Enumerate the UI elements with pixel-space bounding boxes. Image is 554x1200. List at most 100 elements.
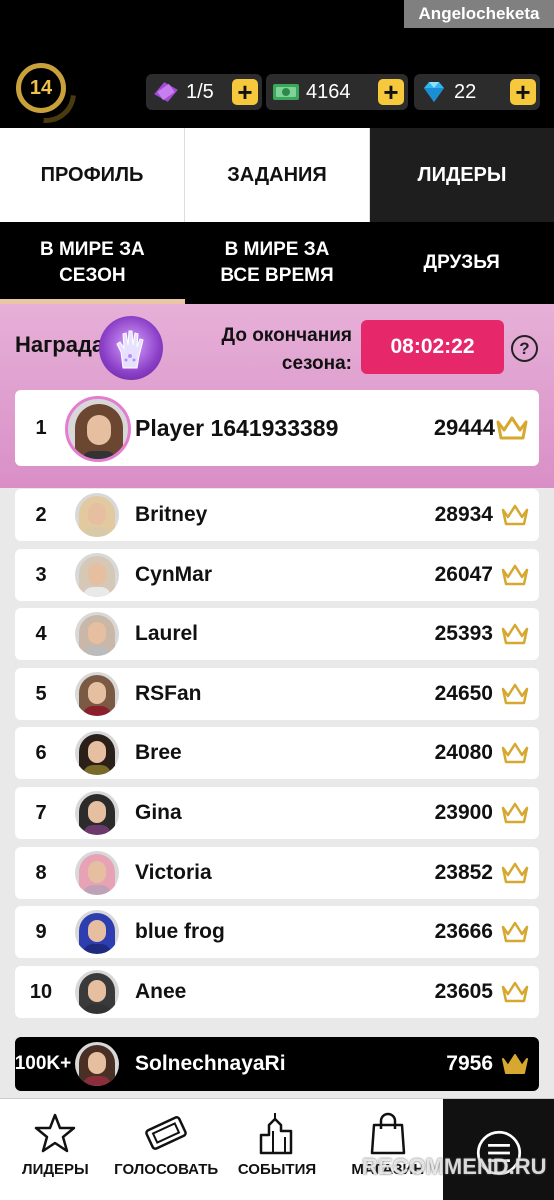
tab-friends[interactable]: ДРУЗЬЯ bbox=[369, 222, 554, 304]
rank-number: 4 bbox=[35, 622, 47, 645]
leaderboard-row[interactable]: 7 Gina 23900 bbox=[15, 787, 539, 839]
player-name: Laurel bbox=[135, 622, 199, 645]
rank-number: 100K+ bbox=[14, 1053, 72, 1074]
crown-icon bbox=[501, 802, 529, 824]
avatar bbox=[75, 851, 119, 895]
leaderboard-row[interactable]: 3 CynMar 26047 bbox=[15, 549, 539, 601]
tickets-value: 1/5 bbox=[186, 81, 214, 103]
leaderboard-subtabs: В МИРЕ ЗА СЕЗОН В МИРЕ ЗА ВСЕ ВРЕМЯ ДРУЗ… bbox=[0, 222, 554, 304]
top-bar: Angelocheketa 14 1/5 + 4164 + 22 + bbox=[0, 0, 554, 128]
avatar bbox=[75, 553, 119, 597]
crown-icon bbox=[502, 1054, 528, 1074]
rank-number: 1 bbox=[35, 416, 47, 439]
tab-tasks[interactable]: ЗАДАНИЯ bbox=[185, 128, 370, 222]
avatar bbox=[75, 731, 119, 775]
crown-icon bbox=[501, 921, 529, 943]
crown-icon bbox=[496, 416, 528, 440]
diamond-icon bbox=[424, 82, 444, 102]
tab-leaders[interactable]: ЛИДЕРЫ bbox=[370, 128, 554, 222]
player-name: RSFan bbox=[135, 682, 202, 705]
player-score: 24650 bbox=[434, 682, 493, 705]
ticket-icon bbox=[145, 1116, 187, 1150]
crown-icon bbox=[501, 862, 529, 884]
my-rank-row[interactable]: 100K+ SolnechnayaRi 7956 bbox=[15, 1037, 539, 1091]
player-name: Anee bbox=[135, 980, 187, 1003]
rank-number: 5 bbox=[35, 682, 47, 705]
rank-number: 10 bbox=[29, 980, 53, 1003]
leaderboard-row[interactable]: 10 Anee 23605 bbox=[15, 966, 539, 1018]
tab-world-season[interactable]: В МИРЕ ЗА СЕЗОН bbox=[0, 222, 185, 304]
avatar bbox=[75, 791, 119, 835]
crown-icon bbox=[501, 981, 529, 1003]
rank-number: 8 bbox=[35, 861, 47, 884]
tab-friends-label: ДРУЗЬЯ bbox=[423, 252, 500, 273]
gems-chip: 22 + bbox=[414, 74, 540, 110]
avatar bbox=[65, 396, 131, 462]
crown-icon bbox=[501, 742, 529, 764]
top-player-card[interactable]: 1 Player 1641933389 29444 bbox=[15, 390, 539, 466]
nav-events-label: СОБЫТИЯ bbox=[237, 1161, 317, 1178]
player-score: 24080 bbox=[434, 741, 493, 764]
player-score: 23900 bbox=[434, 801, 493, 824]
crown-icon bbox=[501, 564, 529, 586]
player-name: SolnechnayaRi bbox=[135, 1052, 286, 1075]
leaderboard-row[interactable]: 5 RSFan 24650 bbox=[15, 668, 539, 720]
cash-value: 4164 bbox=[306, 81, 351, 103]
rank-number: 7 bbox=[35, 801, 47, 824]
avatar bbox=[75, 612, 119, 656]
star-icon bbox=[35, 1113, 76, 1153]
level-badge[interactable]: 14 bbox=[16, 63, 66, 113]
add-tickets-button[interactable]: + bbox=[232, 79, 258, 105]
player-name: Bree bbox=[135, 741, 182, 764]
player-score: 7956 bbox=[446, 1052, 493, 1075]
level-value: 14 bbox=[29, 77, 53, 99]
crown-icon bbox=[501, 683, 529, 705]
player-name: blue frog bbox=[135, 920, 225, 943]
player-score: 26047 bbox=[434, 563, 493, 586]
player-name: Gina bbox=[135, 801, 182, 824]
player-name: Victoria bbox=[135, 861, 212, 884]
help-icon[interactable]: ? bbox=[511, 335, 538, 362]
nav-leaders[interactable]: ЛИДЕРЫ bbox=[0, 1099, 111, 1200]
add-cash-button[interactable]: + bbox=[378, 79, 404, 105]
tab-profile[interactable]: ПРОФИЛЬ bbox=[0, 128, 185, 222]
rank-number: 3 bbox=[35, 563, 47, 586]
city-icon bbox=[259, 1113, 293, 1155]
season-end-label: До окончания сезона: bbox=[221, 325, 352, 374]
avatar bbox=[75, 672, 119, 716]
recommend-watermark: RECOMMEND.RU bbox=[362, 1154, 547, 1179]
player-name: CynMar bbox=[135, 563, 213, 586]
gems-value: 22 bbox=[454, 81, 477, 103]
nav-vote[interactable]: ГОЛОСОВАТЬ bbox=[111, 1099, 222, 1200]
nav-vote-label: ГОЛОСОВАТЬ bbox=[114, 1161, 219, 1178]
shopping-bag-icon bbox=[370, 1112, 406, 1155]
cash-icon bbox=[273, 84, 299, 100]
leaderboard-row[interactable]: 4 Laurel 25393 bbox=[15, 608, 539, 660]
reward-glove-icon[interactable] bbox=[99, 316, 163, 380]
glove-icon bbox=[116, 330, 144, 369]
crown-icon bbox=[501, 504, 529, 526]
tickets-chip: 1/5 + bbox=[146, 74, 262, 110]
player-score: 29444 bbox=[433, 415, 495, 440]
main-tabs: ПРОФИЛЬ ЗАДАНИЯ ЛИДЕРЫ bbox=[0, 128, 554, 222]
player-score: 23605 bbox=[434, 980, 493, 1003]
player-name: Player 1641933389 bbox=[135, 414, 339, 441]
crown-icon bbox=[501, 623, 529, 645]
rank-number: 6 bbox=[35, 741, 47, 764]
nav-menu[interactable] bbox=[443, 1099, 554, 1200]
tab-world-all-time[interactable]: В МИРЕ ЗА ВСЕ ВРЕМЯ bbox=[185, 222, 370, 304]
player-score: 28934 bbox=[434, 503, 493, 526]
nav-shop[interactable]: МАГАЗИН bbox=[332, 1099, 443, 1200]
leaderboard-row[interactable]: 6 Bree 24080 bbox=[15, 727, 539, 779]
nav-events[interactable]: СОБЫТИЯ bbox=[222, 1099, 333, 1200]
avatar bbox=[75, 970, 119, 1014]
avatar bbox=[75, 493, 119, 537]
leaderboard-row[interactable]: 2 Britney 28934 bbox=[15, 489, 539, 541]
watermark-text: Angelocheketa bbox=[404, 0, 554, 28]
avatar bbox=[75, 910, 119, 954]
avatar bbox=[75, 1042, 119, 1086]
add-gems-button[interactable]: + bbox=[510, 79, 536, 105]
player-name: Britney bbox=[135, 503, 208, 526]
leaderboard-row[interactable]: 9 blue frog 23666 bbox=[15, 906, 539, 958]
leaderboard-row[interactable]: 8 Victoria 23852 bbox=[15, 847, 539, 899]
